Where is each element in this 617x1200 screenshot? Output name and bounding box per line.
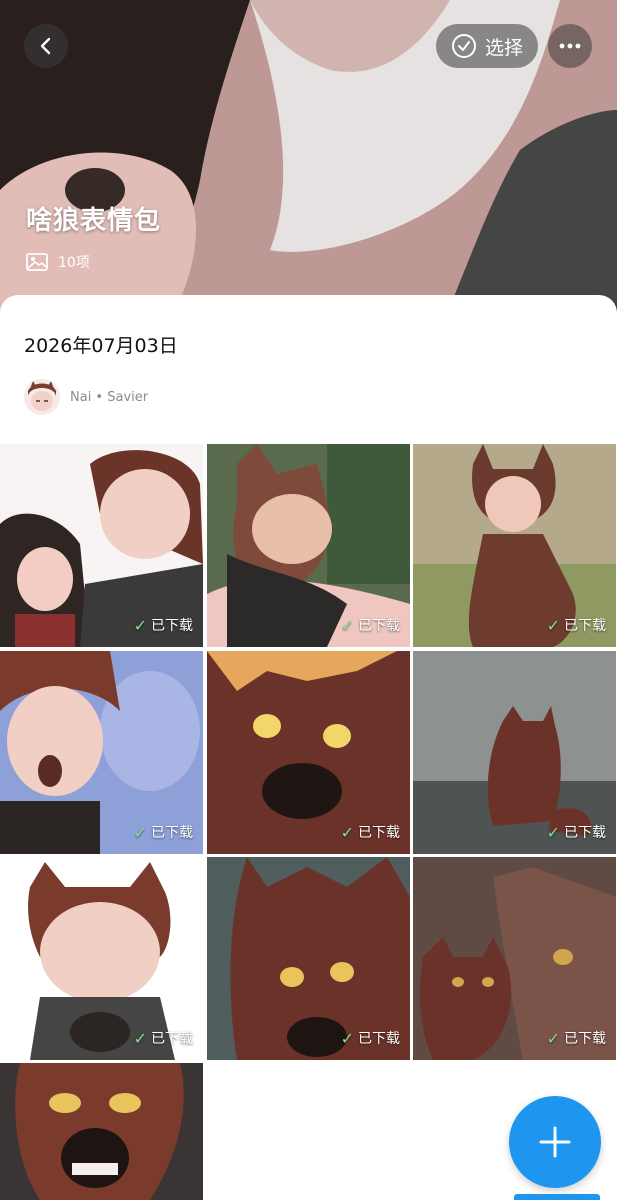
author-name: Nai • Savier: [70, 389, 149, 405]
grid-item[interactable]: ✓ 已下载: [413, 444, 616, 647]
fab-shadow-tab: [514, 1194, 600, 1200]
downloaded-badge: ✓ 已下载: [341, 822, 400, 842]
grid-item[interactable]: ✓ 已下载: [0, 651, 203, 854]
downloaded-badge: ✓ 已下载: [134, 1028, 193, 1048]
downloaded-label: 已下载: [151, 825, 193, 841]
album-cover: 选择 啥狼表情包 10项: [0, 0, 617, 330]
author-row[interactable]: Nai • Savier: [24, 379, 148, 415]
downloaded-label: 已下载: [564, 1031, 606, 1047]
checkmark-icon: ✓: [340, 1028, 354, 1048]
album-date: 2026年07月03日: [24, 335, 178, 357]
album-title: 啥狼表情包: [26, 206, 162, 236]
grid-item[interactable]: ✓ 已下载: [0, 444, 203, 647]
downloaded-badge: ✓ 已下载: [547, 1028, 606, 1048]
checkmark-icon: ✓: [546, 1028, 560, 1048]
check-circle-icon: [451, 34, 476, 58]
grid-item[interactable]: ✓ 已下载: [413, 857, 616, 1060]
downloaded-badge: ✓ 已下载: [134, 822, 193, 842]
grid-item[interactable]: ✓ 已下载: [0, 857, 203, 1060]
downloaded-badge: ✓ 已下载: [547, 822, 606, 842]
grid-item[interactable]: [0, 1063, 203, 1200]
avatar[interactable]: [24, 379, 60, 415]
more-dots-icon: [559, 43, 581, 49]
downloaded-label: 已下载: [358, 825, 400, 841]
grid-item[interactable]: ✓ 已下载: [207, 857, 410, 1060]
select-button[interactable]: 选择: [436, 24, 538, 68]
plus-icon: [539, 1126, 571, 1158]
downloaded-badge: ✓ 已下载: [547, 615, 606, 635]
item-count-row: 10项: [26, 252, 90, 272]
checkmark-icon: ✓: [133, 615, 147, 635]
downloaded-badge: ✓ 已下载: [134, 615, 193, 635]
grid-item[interactable]: ✓ 已下载: [413, 651, 616, 854]
downloaded-label: 已下载: [564, 618, 606, 634]
grid-item[interactable]: ✓ 已下载: [207, 651, 410, 854]
album-content-sheet: 2026年07月03日 Nai • Savier ✓ 已下载 ✓ 已下载 ✓ 已…: [0, 295, 617, 1200]
downloaded-label: 已下载: [358, 618, 400, 634]
select-button-label: 选择: [484, 36, 523, 59]
checkmark-icon: ✓: [133, 1028, 147, 1048]
downloaded-label: 已下载: [564, 825, 606, 841]
back-button[interactable]: [24, 24, 68, 68]
image-icon: [26, 253, 48, 271]
checkmark-icon: ✓: [546, 615, 560, 635]
downloaded-label: 已下载: [151, 1031, 193, 1047]
checkmark-icon: ✓: [546, 822, 560, 842]
downloaded-label: 已下载: [151, 618, 193, 634]
chevron-left-icon: [40, 37, 51, 55]
downloaded-badge: ✓ 已下载: [341, 615, 400, 635]
grid-item[interactable]: ✓ 已下载: [207, 444, 410, 647]
add-button[interactable]: [509, 1096, 601, 1188]
checkmark-icon: ✓: [133, 822, 147, 842]
downloaded-badge: ✓ 已下载: [341, 1028, 400, 1048]
checkmark-icon: ✓: [340, 822, 354, 842]
item-count: 10项: [58, 255, 90, 271]
checkmark-icon: ✓: [340, 615, 354, 635]
thumbnail-image: [0, 1063, 203, 1200]
downloaded-label: 已下载: [358, 1031, 400, 1047]
more-options-button[interactable]: [548, 24, 592, 68]
avatar-image: [24, 379, 60, 415]
